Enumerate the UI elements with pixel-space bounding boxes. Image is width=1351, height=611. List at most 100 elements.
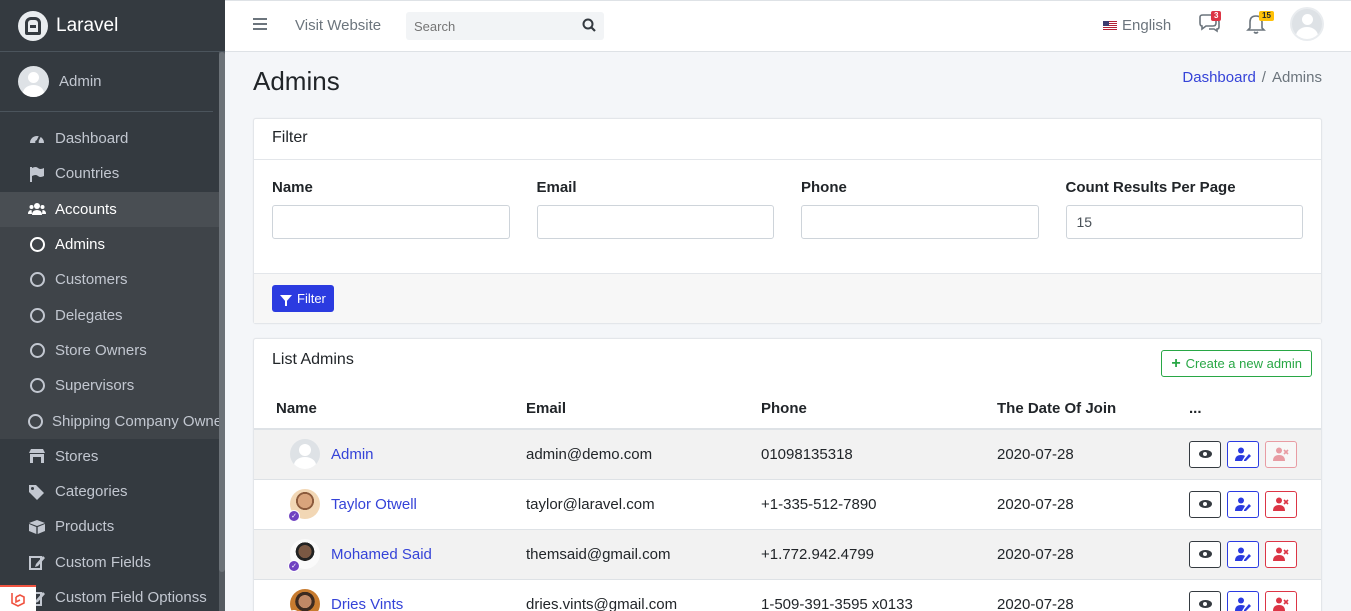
sidebar-item-countries[interactable]: Countries xyxy=(0,156,225,191)
eye-icon xyxy=(1198,550,1212,558)
sidebar-item-accounts[interactable]: Accounts xyxy=(0,191,225,227)
per-page-filter-input[interactable] xyxy=(1065,205,1303,239)
brand-name: Laravel xyxy=(56,14,119,36)
admin-join-date: 2020-07-28 xyxy=(975,578,1167,611)
sidebar-item-supervisors[interactable]: Supervisors xyxy=(0,368,225,404)
admin-join-date: 2020-07-28 xyxy=(975,528,1167,579)
sidebar-item-admins[interactable]: Admins xyxy=(0,226,225,263)
phone-filter-label: Phone xyxy=(801,179,847,196)
circle-icon xyxy=(28,412,43,430)
avatar xyxy=(290,439,320,470)
column-header-phone: Phone xyxy=(739,389,975,430)
brand-link[interactable]: Laravel xyxy=(0,0,225,52)
name-filter: Name xyxy=(272,179,510,239)
eye-icon xyxy=(1198,600,1212,609)
edit-button[interactable] xyxy=(1227,540,1259,568)
admin-name-link[interactable]: Taylor Otwell xyxy=(331,496,417,513)
sidebar-item-custom-fields[interactable]: Custom Fields xyxy=(0,545,225,580)
phone-filter-input[interactable] xyxy=(801,205,1039,239)
search-icon[interactable] xyxy=(582,18,598,34)
admin-join-date: 2020-07-28 xyxy=(975,428,1167,479)
navbar-user-avatar[interactable] xyxy=(1292,9,1322,39)
notifications-badge: 15 xyxy=(1259,11,1274,21)
language-dropdown[interactable]: English xyxy=(1103,17,1171,34)
filter-button[interactable]: Filter xyxy=(272,285,334,312)
circle-icon xyxy=(28,341,46,359)
sidebar-menu: Dashboard Countries Accounts Admins Cust… xyxy=(0,112,225,611)
flag-icon xyxy=(28,165,46,183)
laravel-debugbar-icon[interactable] xyxy=(0,585,36,611)
verified-icon: ✓ xyxy=(288,560,300,572)
users-icon xyxy=(28,200,46,218)
visit-website-link[interactable]: Visit Website xyxy=(295,17,381,34)
filter-card-title: Filter xyxy=(254,119,1321,160)
table-row: ✓ Mohamed Said themsaid@gmail.com +1.772… xyxy=(254,528,1321,579)
delete-button[interactable] xyxy=(1265,590,1297,611)
avatar: ✓ xyxy=(288,539,320,572)
create-admin-button[interactable]: + Create a new admin xyxy=(1161,350,1312,377)
filter-icon xyxy=(280,295,292,306)
top-navbar: Visit Website English 3 15 xyxy=(225,0,1351,52)
column-header-email: Email xyxy=(504,389,739,430)
sidebar-item-label: Custom Fields xyxy=(55,553,151,571)
delete-button[interactable] xyxy=(1265,440,1297,468)
admin-name-link[interactable]: Dries Vints xyxy=(331,596,403,611)
admin-phone: 01098135318 xyxy=(739,428,975,479)
user-panel[interactable]: Admin xyxy=(0,52,213,112)
sidebar-item-customers[interactable]: Customers xyxy=(0,262,225,298)
sidebar-item-label: Dashboard xyxy=(55,130,129,148)
sidebar-item-categories[interactable]: Categories xyxy=(0,474,225,509)
sidebar-item-store-owners[interactable]: Store Owners xyxy=(0,332,225,369)
column-header-join-date: The Date Of Join xyxy=(975,389,1167,430)
email-filter-label: Email xyxy=(536,179,577,196)
sidebar-item-label: Delegates xyxy=(55,306,123,324)
name-filter-input[interactable] xyxy=(272,205,510,239)
user-times-icon xyxy=(1273,447,1289,462)
sidebar-item-label: Store Owners xyxy=(55,341,147,359)
notifications-dropdown[interactable]: 15 xyxy=(1246,11,1274,37)
view-button[interactable] xyxy=(1189,490,1221,518)
menu-toggle-icon[interactable] xyxy=(253,18,267,30)
sidebar-item-label: Admins xyxy=(55,236,106,254)
name-filter-label: Name xyxy=(272,179,313,196)
circle-icon xyxy=(28,271,46,289)
sidebar-item-label: Accounts xyxy=(55,200,117,218)
eye-icon xyxy=(1198,450,1212,459)
sidebar-item-dashboard[interactable]: Dashboard xyxy=(0,121,225,156)
edit-button[interactable] xyxy=(1227,590,1259,611)
sidebar-item-label: Supervisors xyxy=(55,377,135,395)
email-filter-input[interactable] xyxy=(536,205,774,239)
tags-icon xyxy=(28,483,46,501)
delete-button[interactable] xyxy=(1265,490,1297,518)
sidebar-item-products[interactable]: Products xyxy=(0,509,225,544)
delete-button[interactable] xyxy=(1265,540,1297,568)
messages-dropdown[interactable]: 3 xyxy=(1197,11,1222,37)
user-times-icon xyxy=(1273,597,1289,611)
sidebar-item-label: Countries xyxy=(55,165,120,183)
sidebar-item-delegates[interactable]: Delegates xyxy=(0,297,225,333)
search-input[interactable] xyxy=(406,12,576,40)
admin-name-link[interactable]: Mohamed Said xyxy=(331,546,432,563)
edit-button[interactable] xyxy=(1227,490,1259,518)
sidebar-item-stores[interactable]: Stores xyxy=(0,439,225,474)
user-edit-icon xyxy=(1235,597,1251,611)
tachometer-icon xyxy=(28,130,46,148)
laravel-logo-icon xyxy=(18,10,48,41)
admin-phone: +1.772.942.4799 xyxy=(739,528,975,579)
create-admin-label: Create a new admin xyxy=(1185,356,1302,371)
sidebar-item-label: Stores xyxy=(55,447,99,465)
sidebar-item-label: Products xyxy=(55,518,115,536)
avatar: ✓ xyxy=(288,589,320,611)
us-flag-icon xyxy=(1103,21,1117,30)
view-button[interactable] xyxy=(1189,440,1221,468)
user-name: Admin xyxy=(59,73,102,90)
admin-name-link[interactable]: Admin xyxy=(331,446,374,463)
breadcrumb-dashboard-link[interactable]: Dashboard xyxy=(1182,69,1255,86)
list-card-header: List Admins + Create a new admin xyxy=(254,339,1321,389)
navbar-search xyxy=(406,12,604,40)
view-button[interactable] xyxy=(1189,590,1221,611)
sidebar-item-shipping-company-owner[interactable]: Shipping Company Owner xyxy=(0,403,225,439)
edit-button[interactable] xyxy=(1227,440,1259,468)
view-button[interactable] xyxy=(1189,540,1221,568)
table-row: ✓ Taylor Otwell taylor@laravel.com +1-33… xyxy=(254,478,1321,529)
